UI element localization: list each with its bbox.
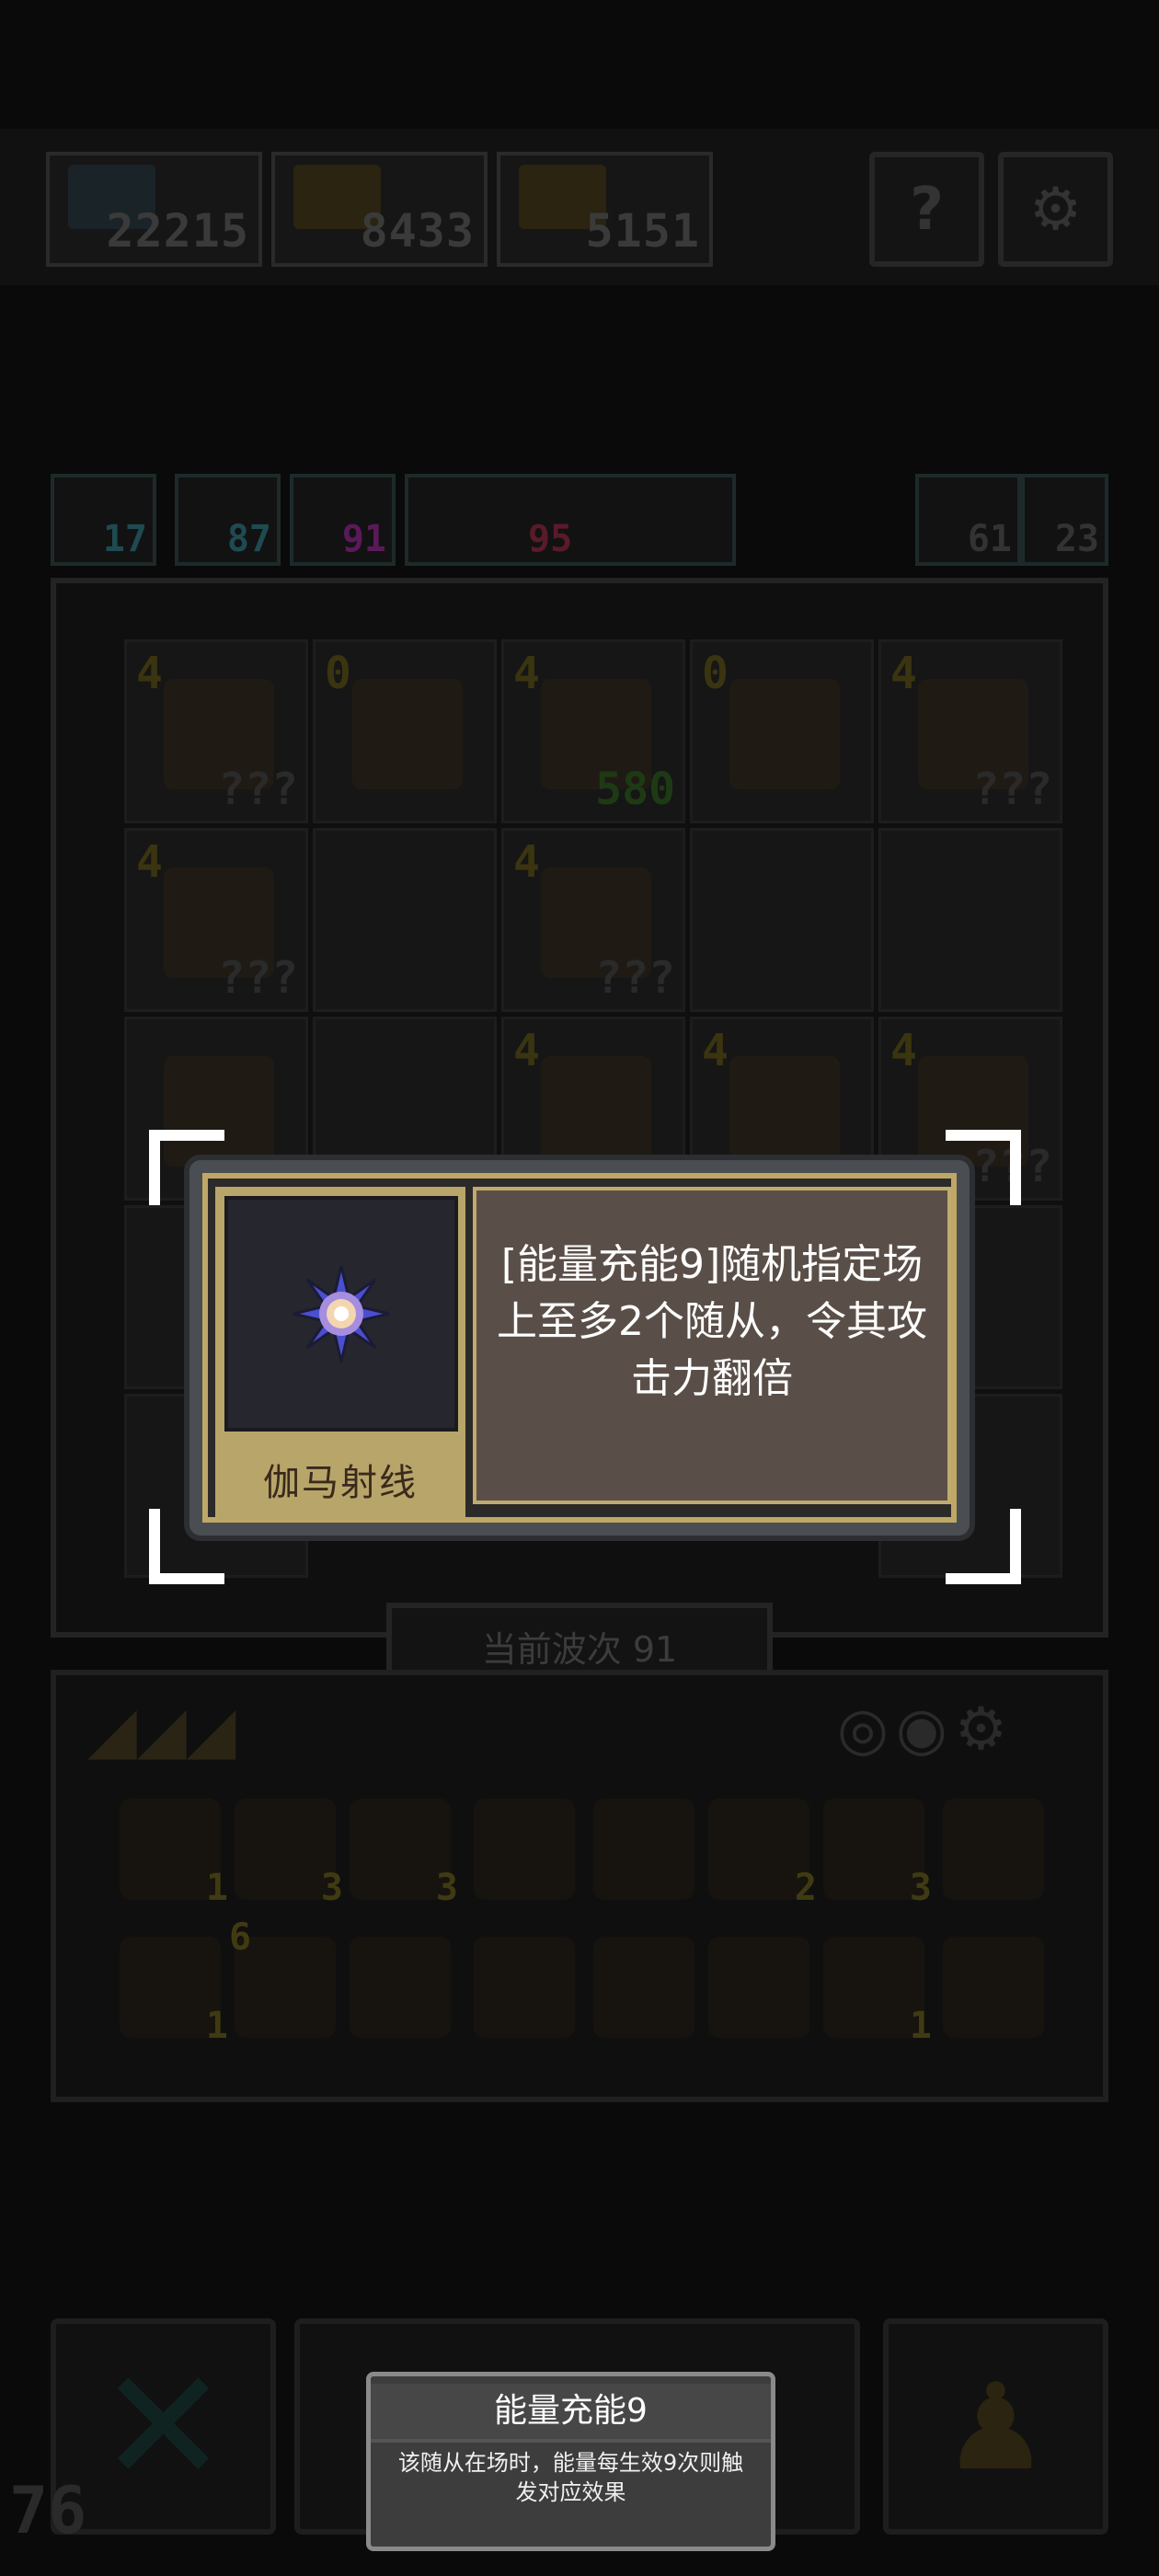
board-cell[interactable] [878, 828, 1062, 1012]
inventory-item[interactable]: 6 [229, 1916, 336, 2038]
board-cell[interactable]: 4??? [878, 639, 1062, 823]
stat-slot: 61 [915, 474, 1021, 566]
resource-slot[interactable]: 8433 [271, 152, 488, 267]
item-icon-frame [224, 1196, 458, 1432]
tooltip-body: 该随从在场时，能量每生效9次则触发对应效果 [397, 2450, 744, 2505]
item-description-panel: [能量充能9]随机指定场上至多2个随从，令其攻击力翻倍 [473, 1187, 951, 1504]
inventory-item[interactable] [474, 1799, 575, 1900]
board-cell[interactable] [313, 828, 497, 1012]
pawn-icon: ♟ [942, 2356, 1050, 2497]
settings-button[interactable]: ⚙ [998, 152, 1113, 267]
question-icon: ? [909, 175, 945, 244]
inventory-item[interactable] [474, 1937, 575, 2038]
close-x-icon: ✕ [98, 2335, 229, 2518]
filter-gear-icon[interactable]: ◎◉⚙ [837, 1693, 1085, 1766]
stat-slot: 23 [1021, 474, 1108, 566]
unit-figure [352, 679, 463, 789]
item-name: 伽马射线 [263, 1462, 418, 1504]
inventory-item[interactable]: 3 [350, 1799, 458, 1909]
stat-slot: 91 [290, 474, 396, 566]
unit-figure [729, 679, 840, 789]
inventory-item[interactable]: 3 [823, 1799, 932, 1909]
board-cell[interactable]: 4??? [501, 828, 685, 1012]
inventory-item[interactable]: 1 [120, 1937, 228, 2047]
item-description: [能量充能9]随机指定场上至多2个随从，令其攻击力翻倍 [497, 1241, 927, 1402]
keyword-tooltip[interactable]: 能量充能9 该随从在场时，能量每生效9次则触发对应效果 [366, 2372, 775, 2551]
resource-slot[interactable]: 22215 [46, 152, 262, 267]
board-cell[interactable]: 0 [313, 639, 497, 823]
inventory-item[interactable] [943, 1799, 1044, 1900]
unit-figure [729, 1056, 840, 1167]
resource-value: 22215 [106, 204, 249, 258]
inventory-item[interactable]: 2 [708, 1799, 817, 1909]
board-cell[interactable]: 4 580 [501, 639, 685, 823]
unit-figure [541, 1056, 651, 1167]
board-cell[interactable]: 4??? [124, 828, 308, 1012]
inventory-item[interactable]: 1 [120, 1799, 228, 1909]
stat-slot: 17 [51, 474, 156, 566]
resource-slot[interactable]: 5151 [497, 152, 713, 267]
player-level: 76 [9, 2473, 87, 2548]
resource-value: 5151 [585, 204, 700, 258]
inventory-item[interactable] [350, 1937, 451, 2038]
board-cell[interactable]: 0 [690, 639, 874, 823]
settings-icon: ⚙ [1028, 175, 1083, 244]
inventory-item[interactable]: 1 [823, 1937, 932, 2047]
resource-value: 8433 [360, 204, 475, 258]
inventory-item[interactable] [943, 1937, 1044, 2038]
ammo-triangle-icon: ◢◢◢ [87, 1692, 236, 1767]
board-cell[interactable] [690, 828, 874, 1012]
inventory-item[interactable] [593, 1937, 694, 2038]
inventory-item[interactable] [708, 1937, 809, 2038]
help-button[interactable]: ? [869, 152, 984, 267]
gamma-ray-star-icon [293, 1265, 390, 1363]
unit-button[interactable]: ♟ [883, 2318, 1108, 2535]
stat-slot: 87 [175, 474, 281, 566]
stat-slot: 95 [405, 474, 736, 566]
tooltip-title: 能量充能9 [371, 2384, 771, 2443]
board-cell[interactable]: 4??? [124, 639, 308, 823]
inventory-item[interactable] [593, 1799, 694, 1900]
inventory-item[interactable]: 3 [235, 1799, 343, 1909]
